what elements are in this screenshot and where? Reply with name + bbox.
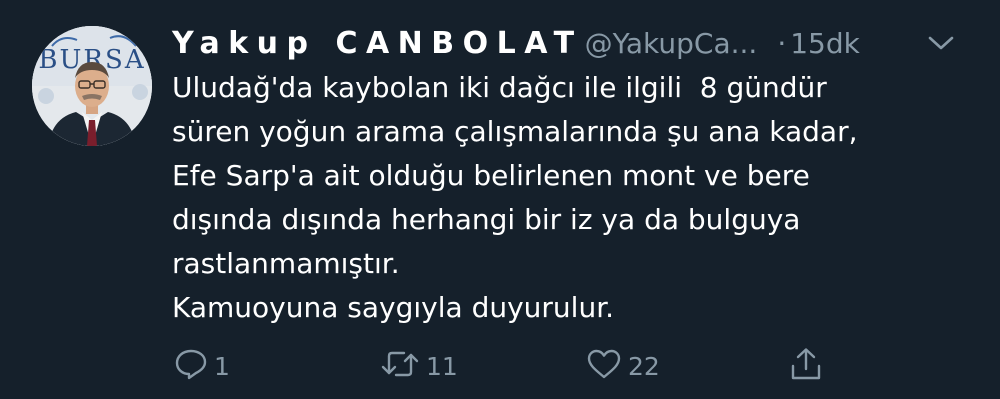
tweet[interactable]: BURSA Yakup CANBOLAT @YakupCa... · 15dk: [0, 0, 1000, 399]
reply-icon: [174, 347, 208, 385]
like-count: 22: [628, 351, 660, 381]
retweet-button[interactable]: 11: [380, 344, 458, 388]
tweet-text-line: Kamuoyuna saygıyla duyurulur.: [172, 291, 615, 324]
separator-dot: ·: [777, 26, 787, 60]
tweet-text-line: Efe Sarp'a ait olduğu belirlenen mont ve…: [172, 159, 810, 192]
tweet-text-line: Uludağ'da kaybolan iki dağcı ile ilgili …: [172, 71, 827, 104]
user-handle[interactable]: @YakupCa...: [585, 27, 758, 60]
chevron-down-icon[interactable]: [926, 32, 956, 54]
share-icon: [788, 346, 824, 386]
tweet-header: Yakup CANBOLAT @YakupCa... · 15dk: [172, 20, 972, 66]
tweet-text: Uludağ'da kaybolan iki dağcı ile ilgili …: [172, 66, 972, 330]
timestamp[interactable]: 15dk: [790, 27, 860, 60]
retweet-count: 11: [426, 351, 458, 381]
reply-button[interactable]: 1: [174, 344, 230, 388]
tweet-actions: 1 11 22: [0, 344, 1000, 388]
avatar[interactable]: BURSA: [32, 26, 152, 146]
like-button[interactable]: 22: [586, 344, 660, 388]
tweet-text-line: dışında dışında herhangi bir iz ya da bu…: [172, 203, 801, 236]
reply-count: 1: [214, 351, 230, 381]
share-button[interactable]: [788, 344, 824, 388]
tweet-text-line: süren yoğun arama çalışmalarında şu ana …: [172, 115, 858, 148]
heart-icon: [586, 347, 622, 385]
display-name[interactable]: Yakup CANBOLAT: [172, 26, 583, 61]
tweet-text-line: rastlanmamıştır.: [172, 247, 400, 280]
retweet-icon: [380, 347, 420, 385]
